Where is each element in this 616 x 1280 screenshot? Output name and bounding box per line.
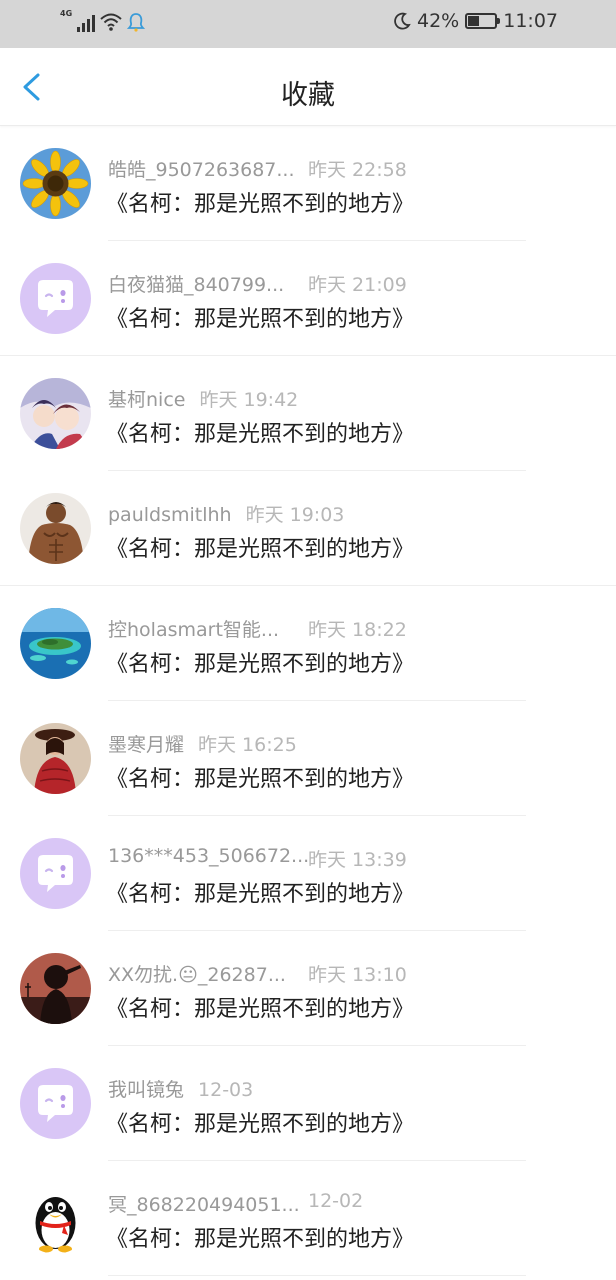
divider — [108, 1275, 526, 1276]
woman-red-avatar-image — [20, 723, 91, 794]
wifi-icon — [100, 13, 122, 31]
item-meta: pauldsmitlhh 昨天 19:03 — [108, 500, 344, 527]
anime-avatar-image — [20, 378, 91, 449]
battery-percent: 42% — [417, 10, 460, 32]
avatar[interactable] — [20, 493, 91, 564]
status-right: 42% 11:07 — [393, 10, 558, 32]
moon-icon — [394, 12, 411, 30]
user-name[interactable]: 皓皓_9507263687... — [108, 155, 295, 182]
default-chat-avatar-image — [20, 1068, 91, 1139]
favorite-title[interactable]: 《名柯：那是光照不到的地方》 — [106, 186, 414, 218]
signal-icon — [77, 14, 96, 32]
list-item[interactable]: 基柯nice 昨天 19:42 《名柯：那是光照不到的地方》 — [0, 356, 616, 471]
network-type: 4G — [60, 9, 73, 18]
item-meta: 我叫镜兔 12-03 — [108, 1075, 253, 1102]
favorite-title[interactable]: 《名柯：那是光照不到的地方》 — [106, 416, 414, 448]
user-name[interactable]: 基柯nice — [108, 385, 185, 412]
list-item[interactable]: 136***453_506672... 昨天 13:39 《名柯：那是光照不到的地方… — [0, 816, 616, 931]
battery-icon — [465, 13, 501, 29]
user-name[interactable]: 我叫镜兔 — [108, 1075, 184, 1102]
timestamp: 昨天 21:09 — [308, 274, 407, 296]
item-meta: 136***453_506672... 昨天 13:39 — [108, 845, 407, 871]
avatar[interactable] — [20, 1068, 91, 1139]
list-item[interactable]: 控holasmart智能... 昨天 18:22 《名柯：那是光照不到的地方》 — [0, 586, 616, 701]
island-avatar-image — [20, 608, 91, 679]
favorite-title[interactable]: 《名柯：那是光照不到的地方》 — [106, 991, 414, 1023]
app-header: 收藏 — [0, 48, 616, 126]
avatar[interactable] — [20, 378, 91, 449]
favorite-title[interactable]: 《名柯：那是光照不到的地方》 — [106, 761, 414, 793]
status-bar: 4G 42% 11:07 — [0, 0, 616, 48]
user-name[interactable]: XX勿扰.😐_26287... — [108, 960, 286, 987]
favorite-title[interactable]: 《名柯：那是光照不到的地方》 — [106, 646, 414, 678]
item-meta: XX勿扰.😐_26287... 昨天 13:10 — [108, 960, 407, 987]
favorite-title[interactable]: 《名柯：那是光照不到的地方》 — [106, 1106, 414, 1138]
item-meta: 墨寒月耀 昨天 16:25 — [108, 730, 297, 757]
avatar[interactable] — [20, 838, 91, 909]
penguin-avatar-image — [20, 1183, 91, 1254]
item-meta: 皓皓_9507263687... 昨天 22:58 — [108, 155, 407, 182]
item-meta: 基柯nice 昨天 19:42 — [108, 385, 298, 412]
default-chat-avatar-image — [20, 263, 91, 334]
muscle-man-avatar-image — [20, 493, 91, 564]
avatar[interactable] — [20, 953, 91, 1024]
avatar[interactable] — [20, 148, 91, 219]
favorites-list: 皓皓_9507263687... 昨天 22:58 《名柯：那是光照不到的地方》 白… — [0, 126, 616, 1276]
favorite-title[interactable]: 《名柯：那是光照不到的地方》 — [106, 1221, 414, 1253]
user-name[interactable]: 墨寒月耀 — [108, 730, 184, 757]
timestamp: 昨天 16:25 — [198, 734, 297, 756]
sunflower-avatar-image — [20, 148, 91, 219]
timestamp: 昨天 13:39 — [308, 849, 407, 871]
avatar[interactable] — [20, 263, 91, 334]
item-meta: 控holasmart智能... 昨天 18:22 — [108, 615, 407, 642]
silhouette-avatar-image — [20, 953, 91, 1024]
list-item[interactable]: 我叫镜兔 12-03 《名柯：那是光照不到的地方》 — [0, 1046, 616, 1161]
avatar[interactable] — [20, 723, 91, 794]
timestamp: 昨天 19:42 — [199, 389, 299, 411]
avatar[interactable] — [20, 1183, 91, 1254]
timestamp: 昨天 22:58 — [308, 159, 407, 181]
timestamp: 昨天 13:10 — [308, 964, 407, 986]
user-name[interactable]: pauldsmitlhh — [108, 504, 232, 526]
timestamp: 12-03 — [198, 1079, 254, 1101]
status-left: 4G — [60, 9, 146, 32]
favorite-title[interactable]: 《名柯：那是光照不到的地方》 — [106, 301, 414, 333]
user-name[interactable]: 136***453_506672... — [108, 845, 309, 867]
user-name[interactable]: 白夜猫猫_840799... — [108, 270, 284, 297]
favorite-title[interactable]: 《名柯：那是光照不到的地方》 — [106, 531, 414, 563]
list-item[interactable]: XX勿扰.😐_26287... 昨天 13:10 《名柯：那是光照不到的地方》 — [0, 931, 616, 1046]
list-item[interactable]: 白夜猫猫_840799... 昨天 21:09 《名柯：那是光照不到的地方》 — [0, 241, 616, 356]
favorite-title[interactable]: 《名柯：那是光照不到的地方》 — [106, 876, 414, 908]
item-meta: 冥_868220494051... 12-02 — [108, 1190, 363, 1217]
list-item[interactable]: 冥_868220494051... 12-02 《名柯：那是光照不到的地方》 — [0, 1161, 616, 1276]
user-name[interactable]: 控holasmart智能... — [108, 615, 279, 642]
timestamp: 昨天 18:22 — [308, 619, 407, 641]
item-meta: 白夜猫猫_840799... 昨天 21:09 — [108, 270, 407, 297]
list-item[interactable]: pauldsmitlhh 昨天 19:03 《名柯：那是光照不到的地方》 — [0, 471, 616, 586]
user-name[interactable]: 冥_868220494051... — [108, 1190, 300, 1217]
timestamp: 12-02 — [308, 1190, 364, 1212]
default-chat-avatar-image — [20, 838, 91, 909]
notification-app-icon — [127, 13, 146, 32]
avatar[interactable] — [20, 608, 91, 679]
timestamp: 昨天 19:03 — [245, 504, 345, 526]
page-title: 收藏 — [281, 80, 335, 111]
clock: 11:07 — [503, 10, 558, 32]
list-item[interactable]: 皓皓_9507263687... 昨天 22:58 《名柯：那是光照不到的地方》 — [0, 126, 616, 241]
list-item[interactable]: 墨寒月耀 昨天 16:25 《名柯：那是光照不到的地方》 — [0, 701, 616, 816]
battery-level — [468, 16, 480, 26]
